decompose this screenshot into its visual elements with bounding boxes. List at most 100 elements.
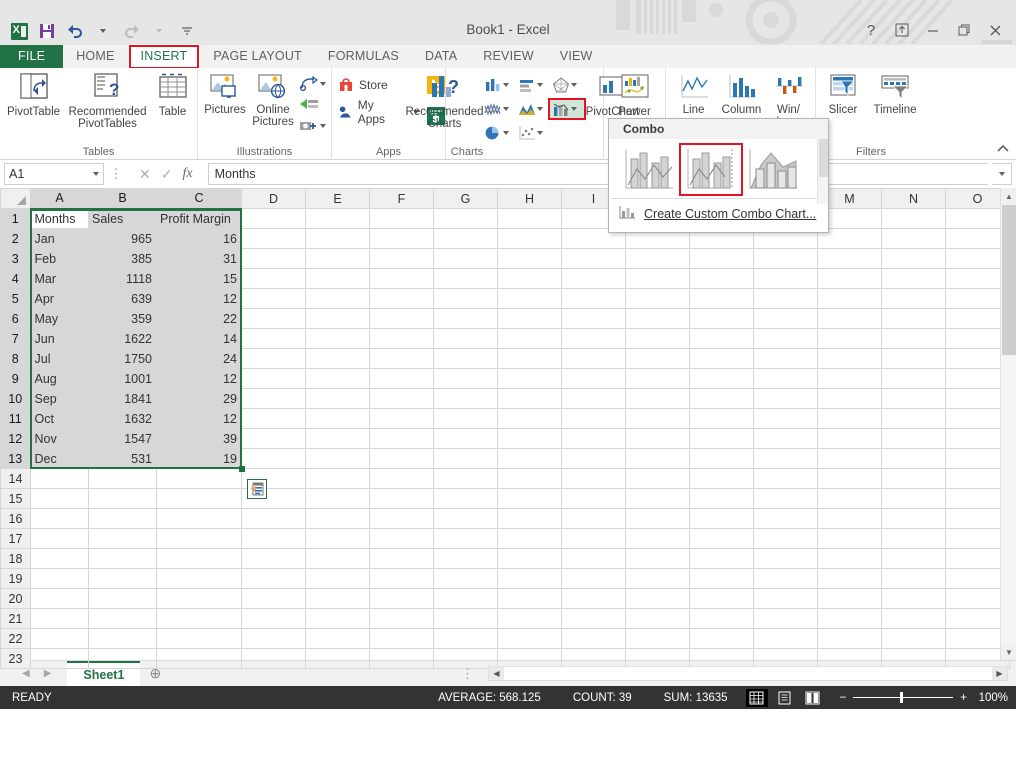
cell-B6[interactable]: 359 (88, 308, 157, 329)
cell-I3[interactable] (561, 248, 626, 269)
cell-J9[interactable] (625, 368, 690, 389)
row-header-5[interactable]: 5 (0, 288, 32, 309)
cell-I10[interactable] (561, 388, 626, 409)
next-sheet-icon[interactable]: ▶ (44, 668, 52, 679)
normal-view-icon[interactable] (745, 688, 768, 707)
cell-E22[interactable] (305, 628, 370, 649)
cell-H6[interactable] (497, 308, 562, 329)
cell-H14[interactable] (497, 468, 562, 489)
clustered-column-line-thumb[interactable] (623, 147, 675, 192)
cell-H19[interactable] (497, 568, 562, 589)
cell-B2[interactable]: 965 (88, 228, 157, 249)
cell-N2[interactable] (881, 228, 946, 249)
cell-M4[interactable] (817, 268, 882, 289)
cell-J5[interactable] (625, 288, 690, 309)
collapse-ribbon-icon[interactable] (996, 143, 1010, 157)
cell-F23[interactable] (369, 648, 434, 669)
column-header-F[interactable]: F (369, 188, 434, 209)
cell-D2[interactable] (241, 228, 306, 249)
cell-K18[interactable] (689, 548, 754, 569)
zoom-slider[interactable] (853, 692, 954, 703)
cell-N7[interactable] (881, 328, 946, 349)
cell-J8[interactable] (625, 348, 690, 369)
cell-D20[interactable] (241, 588, 306, 609)
stock-chart-dropdown-icon[interactable] (502, 107, 509, 111)
cell-F4[interactable] (369, 268, 434, 289)
cell-K21[interactable] (689, 608, 754, 629)
cell-B5[interactable]: 639 (88, 288, 157, 309)
cell-I5[interactable] (561, 288, 626, 309)
cell-N14[interactable] (881, 468, 946, 489)
smartart-button[interactable] (297, 96, 328, 114)
cell-N4[interactable] (881, 268, 946, 289)
cell-M9[interactable] (817, 368, 882, 389)
clustered-column-line-secondary-axis-thumb[interactable] (679, 143, 743, 196)
cell-I21[interactable] (561, 608, 626, 629)
cell-D3[interactable] (241, 248, 306, 269)
cell-I18[interactable] (561, 548, 626, 569)
cell-G12[interactable] (433, 428, 498, 449)
worksheet-row[interactable]: 5 Apr 639 12 (0, 288, 1010, 309)
worksheet-row[interactable]: 13 Dec 531 19 (0, 448, 1010, 469)
worksheet-row[interactable]: 16 (0, 508, 1010, 529)
cell-L3[interactable] (753, 248, 818, 269)
cell-M21[interactable] (817, 608, 882, 629)
cell-G9[interactable] (433, 368, 498, 389)
cell-A21[interactable] (30, 608, 89, 629)
formula-bar-handle[interactable]: ⋮ (108, 166, 124, 182)
cell-A12[interactable]: Nov (30, 428, 89, 449)
tab-view[interactable]: VIEW (547, 44, 606, 68)
cell-M16[interactable] (817, 508, 882, 529)
combo-chart-dropdown[interactable]: Combo Create Custom Combo Chart... (608, 118, 829, 233)
horizontal-scrollbar[interactable]: ◀ ▶ (488, 666, 1008, 681)
row-header-1[interactable]: 1 (0, 208, 32, 229)
cell-G6[interactable] (433, 308, 498, 329)
cell-F22[interactable] (369, 628, 434, 649)
cell-N22[interactable] (881, 628, 946, 649)
worksheet-row[interactable]: 2 Jan 965 16 (0, 228, 1010, 249)
cell-H17[interactable] (497, 528, 562, 549)
cell-K10[interactable] (689, 388, 754, 409)
cell-A15[interactable] (30, 488, 89, 509)
cell-J18[interactable] (625, 548, 690, 569)
cell-L15[interactable] (753, 488, 818, 509)
radar-chart-button[interactable] (550, 76, 584, 94)
cell-B4[interactable]: 1118 (88, 268, 157, 289)
worksheet-row[interactable]: 19 (0, 568, 1010, 589)
cell-F20[interactable] (369, 588, 434, 609)
sparkline-column-button[interactable]: Column (717, 73, 767, 116)
row-header-21[interactable]: 21 (0, 608, 31, 629)
cell-D8[interactable] (241, 348, 306, 369)
name-box[interactable]: A1 (4, 163, 104, 185)
cell-J19[interactable] (625, 568, 690, 589)
cell-A2[interactable]: Jan (30, 228, 89, 249)
cell-E23[interactable] (305, 648, 370, 669)
radar-chart-dropdown-icon[interactable] (570, 83, 577, 87)
cell-C19[interactable] (156, 568, 242, 589)
minimize-icon[interactable] (918, 18, 948, 42)
cell-F10[interactable] (369, 388, 434, 409)
worksheet-row[interactable]: 22 (0, 628, 1010, 649)
cell-N1[interactable] (881, 208, 946, 229)
cell-D19[interactable] (241, 568, 306, 589)
cell-J12[interactable] (625, 428, 690, 449)
cell-C18[interactable] (156, 548, 242, 569)
select-all-corner[interactable] (0, 188, 31, 209)
scatter-chart-dropdown-icon[interactable] (536, 131, 543, 135)
worksheet-row[interactable]: 4 Mar 1118 15 (0, 268, 1010, 289)
cell-D9[interactable] (241, 368, 306, 389)
cell-N9[interactable] (881, 368, 946, 389)
cell-C10[interactable]: 29 (156, 388, 242, 409)
row-header-11[interactable]: 11 (0, 408, 32, 429)
cell-J20[interactable] (625, 588, 690, 609)
cell-H18[interactable] (497, 548, 562, 569)
cell-A18[interactable] (30, 548, 89, 569)
previous-sheet-icon[interactable]: ◀ (22, 668, 30, 679)
cell-C5[interactable]: 12 (156, 288, 242, 309)
cell-G2[interactable] (433, 228, 498, 249)
row-header-9[interactable]: 9 (0, 368, 32, 389)
cell-F21[interactable] (369, 608, 434, 629)
cell-E2[interactable] (305, 228, 370, 249)
close-icon[interactable] (980, 18, 1010, 42)
cell-L22[interactable] (753, 628, 818, 649)
